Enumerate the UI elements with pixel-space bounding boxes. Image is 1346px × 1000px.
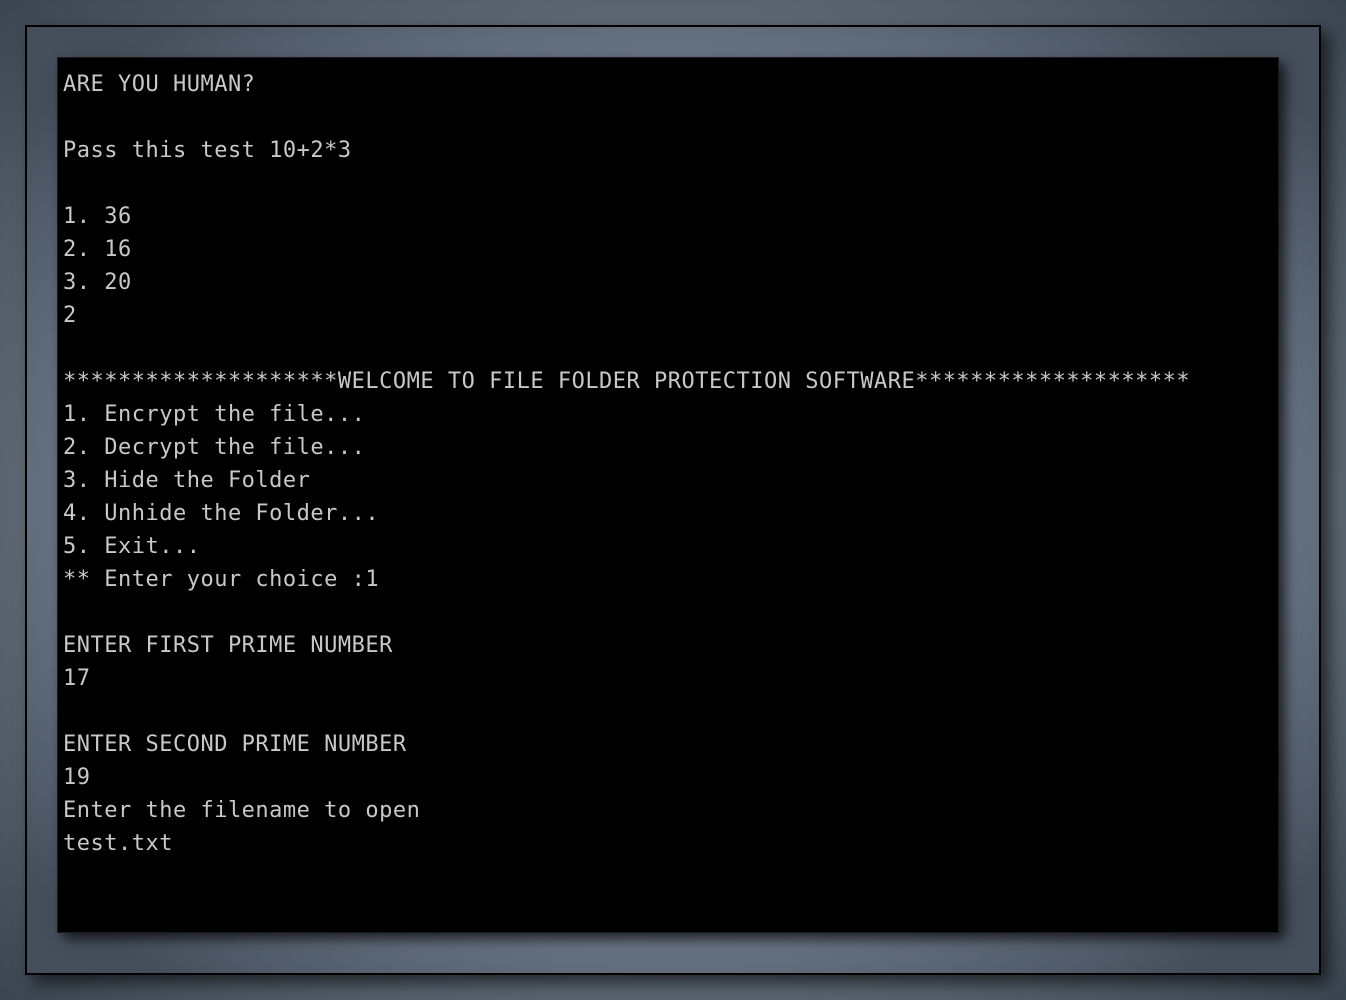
prime2-prompt: ENTER SECOND PRIME NUMBER xyxy=(63,732,407,757)
menu-item-exit: 5. Exit... xyxy=(63,534,200,559)
filename-prompt: Enter the filename to open xyxy=(63,798,420,823)
captcha-answer-input: 2 xyxy=(63,303,77,328)
choice-prompt: ** Enter your choice :1 xyxy=(63,567,379,592)
menu-item-decrypt: 2. Decrypt the file... xyxy=(63,435,365,460)
terminal-window[interactable]: ARE YOU HUMAN? Pass this test 10+2*3 1. … xyxy=(57,57,1279,933)
captcha-option-3: 3. 20 xyxy=(63,270,132,295)
captcha-option-1: 1. 36 xyxy=(63,204,132,229)
captcha-header: ARE YOU HUMAN? xyxy=(63,72,255,97)
prime1-value: 17 xyxy=(63,666,91,691)
prime1-prompt: ENTER FIRST PRIME NUMBER xyxy=(63,633,393,658)
filename-value: test.txt xyxy=(63,831,173,856)
captcha-question: Pass this test 10+2*3 xyxy=(63,138,352,163)
terminal-output: ARE YOU HUMAN? Pass this test 10+2*3 1. … xyxy=(63,68,1273,860)
outer-frame: ARE YOU HUMAN? Pass this test 10+2*3 1. … xyxy=(25,25,1321,975)
menu-item-encrypt: 1. Encrypt the file... xyxy=(63,402,365,427)
menu-item-unhide: 4. Unhide the Folder... xyxy=(63,501,379,526)
prime2-value: 19 xyxy=(63,765,91,790)
welcome-banner: ********************WELCOME TO FILE FOLD… xyxy=(63,369,1190,394)
captcha-option-2: 2. 16 xyxy=(63,237,132,262)
menu-item-hide: 3. Hide the Folder xyxy=(63,468,310,493)
